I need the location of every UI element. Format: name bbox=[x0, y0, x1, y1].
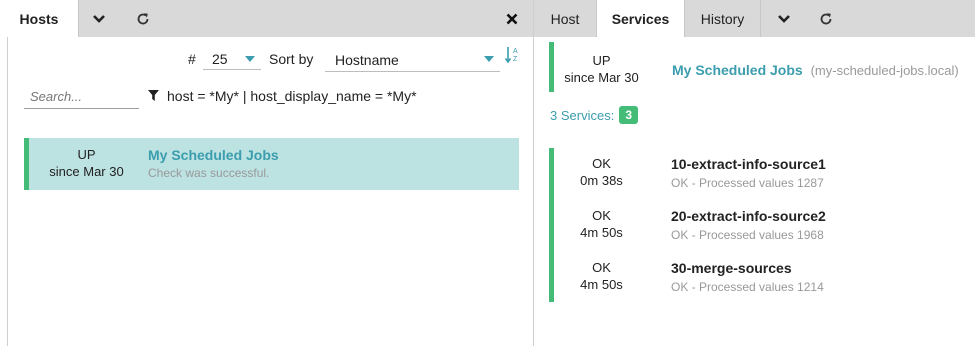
service-output: OK - Processed values 1287 bbox=[671, 176, 824, 190]
svg-text:A: A bbox=[513, 48, 518, 55]
filter-text[interactable]: host = *My* | host_display_name = *My* bbox=[167, 88, 417, 104]
service-duration: 4m 50s bbox=[580, 277, 623, 292]
services-count-badge[interactable]: 3 bbox=[619, 106, 638, 124]
refresh-icon[interactable] bbox=[123, 0, 163, 37]
sort-alpha-asc-icon[interactable]: A Z bbox=[504, 46, 521, 64]
tab-services-label: Services bbox=[611, 10, 670, 27]
services-summary-label[interactable]: 3 Services: bbox=[550, 108, 614, 123]
limit-select[interactable]: 25 bbox=[203, 48, 261, 70]
services-list: OK 0m 38s 10-extract-info-source1 OK - P… bbox=[549, 148, 969, 302]
tab-services[interactable]: Services bbox=[597, 0, 685, 37]
tab-hosts[interactable]: Hosts bbox=[0, 0, 79, 37]
chevron-down-icon[interactable] bbox=[79, 0, 119, 37]
host-row[interactable]: UP since Mar 30 My Scheduled Jobs Check … bbox=[24, 138, 519, 190]
chevron-down-icon[interactable] bbox=[764, 0, 804, 37]
tab-history-label: History bbox=[700, 10, 745, 27]
caret-down-icon bbox=[484, 56, 494, 62]
service-row[interactable]: OK 0m 38s 10-extract-info-source1 OK - P… bbox=[554, 148, 974, 200]
refresh-icon[interactable] bbox=[806, 0, 846, 37]
host-output: Check was successful. bbox=[148, 166, 270, 180]
hosts-tabbar: Hosts bbox=[0, 0, 533, 37]
host-name[interactable]: My Scheduled Jobs bbox=[148, 147, 279, 163]
service-name[interactable]: 10-extract-info-source1 bbox=[671, 156, 826, 172]
service-state-label: OK bbox=[592, 260, 611, 275]
service-row[interactable]: OK 4m 50s 30-merge-sources OK - Processe… bbox=[554, 252, 974, 304]
search-input[interactable] bbox=[24, 84, 139, 109]
service-state-label: OK bbox=[592, 208, 611, 223]
detail-tabbar: Host Services History bbox=[534, 0, 975, 37]
host-header-state: UP since Mar 30 bbox=[554, 52, 649, 86]
service-state: OK 0m 38s bbox=[554, 155, 649, 189]
tab-host-label: Host bbox=[550, 10, 580, 27]
host-header-fqdn: (my-scheduled-jobs.local) bbox=[810, 63, 959, 78]
host-state-label: UP bbox=[77, 147, 96, 162]
service-duration: 0m 38s bbox=[580, 173, 623, 188]
monitoring-app: Hosts # 25 Sort by Hostname A Z Search..… bbox=[0, 0, 975, 346]
service-state: OK 4m 50s bbox=[554, 259, 649, 293]
service-row[interactable]: OK 4m 50s 20-extract-info-source2 OK - P… bbox=[554, 200, 974, 252]
host-state: UP since Mar 30 bbox=[29, 146, 144, 180]
host-header-since: since Mar 30 bbox=[564, 70, 639, 85]
tab-hosts-label: Hosts bbox=[19, 10, 59, 27]
pane-divider bbox=[7, 37, 8, 346]
service-state: OK 4m 50s bbox=[554, 207, 649, 241]
tab-host[interactable]: Host bbox=[534, 0, 597, 37]
sort-by-label: Sort by bbox=[269, 51, 314, 67]
host-header: UP since Mar 30 My Scheduled Jobs (my-sc… bbox=[549, 42, 969, 92]
filter-icon bbox=[148, 90, 159, 101]
sort-value: Hostname bbox=[335, 52, 399, 68]
service-output: OK - Processed values 1968 bbox=[671, 228, 824, 242]
services-summary: 3 Services: 3 bbox=[550, 106, 638, 124]
service-name[interactable]: 30-merge-sources bbox=[671, 260, 792, 276]
sort-select[interactable]: Hostname bbox=[325, 48, 500, 72]
service-duration: 4m 50s bbox=[580, 225, 623, 240]
detail-pane: Host Services History UP since Mar 30 My… bbox=[534, 0, 975, 346]
svg-text:Z: Z bbox=[513, 56, 518, 63]
limit-hash-label: # bbox=[188, 51, 196, 67]
caret-down-icon bbox=[245, 56, 255, 62]
hosts-pane: Hosts # 25 Sort by Hostname A Z Search..… bbox=[0, 0, 534, 346]
host-header-title[interactable]: My Scheduled Jobs bbox=[672, 62, 803, 78]
close-icon[interactable] bbox=[492, 0, 532, 37]
service-state-label: OK bbox=[592, 156, 611, 171]
host-header-name[interactable]: My Scheduled Jobs (my-scheduled-jobs.loc… bbox=[672, 62, 959, 78]
host-state-since: since Mar 30 bbox=[49, 164, 124, 179]
service-name[interactable]: 20-extract-info-source2 bbox=[671, 208, 826, 224]
host-header-state-label: UP bbox=[592, 53, 611, 68]
tab-history[interactable]: History bbox=[685, 0, 761, 37]
limit-value: 25 bbox=[212, 51, 228, 67]
service-output: OK - Processed values 1214 bbox=[671, 280, 824, 294]
